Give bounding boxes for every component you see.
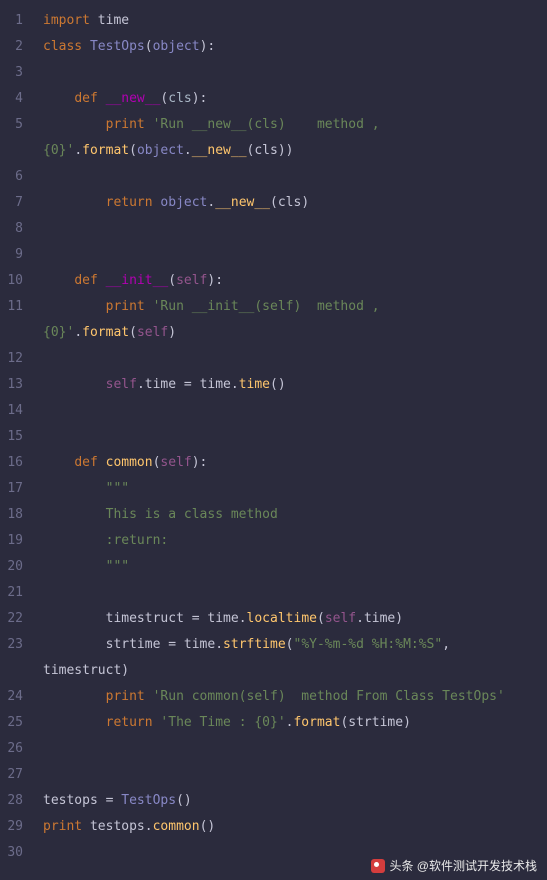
line-number: 4 [0,86,27,112]
line-number: 15 [0,424,27,450]
code-area[interactable]: import timeclass TestOps(object): def __… [35,0,547,880]
line-number: 26 [0,736,27,762]
line-number: 1 [0,8,27,34]
line-number: 2 [0,34,27,60]
toutiao-icon [371,859,385,873]
line-number: 27 [0,762,27,788]
code-line[interactable] [43,398,547,424]
line-number: 30 [0,840,27,866]
line-number: 22 [0,606,27,632]
code-line[interactable]: """ [43,554,547,580]
line-number: 18 [0,502,27,528]
line-number: 10 [0,268,27,294]
code-line[interactable]: testops = TestOps() [43,788,547,814]
watermark-text: 头条 @软件测试开发技术栈 [389,857,537,874]
line-number-gutter: 1234567891011121314151617181920212223242… [0,0,35,880]
code-line[interactable]: :return: [43,528,547,554]
code-line[interactable] [43,346,547,372]
line-number: 19 [0,528,27,554]
code-line[interactable]: return object.__new__(cls) [43,190,547,216]
line-number [0,658,27,684]
line-number: 17 [0,476,27,502]
line-number: 13 [0,372,27,398]
code-line[interactable]: timestruct) [43,658,547,684]
line-number: 16 [0,450,27,476]
line-number: 11 [0,294,27,320]
code-line[interactable] [43,242,547,268]
code-line[interactable]: {0}'.format(self) [43,320,547,346]
code-line[interactable] [43,216,547,242]
line-number [0,320,27,346]
line-number: 8 [0,216,27,242]
code-line[interactable]: This is a class method [43,502,547,528]
line-number: 29 [0,814,27,840]
code-line[interactable]: def __new__(cls): [43,86,547,112]
code-line[interactable]: def common(self): [43,450,547,476]
code-line[interactable] [43,60,547,86]
code-line[interactable]: print 'Run __init__(self) method , [43,294,547,320]
line-number: 6 [0,164,27,190]
line-number: 25 [0,710,27,736]
code-line[interactable]: timestruct = time.localtime(self.time) [43,606,547,632]
code-line[interactable]: def __init__(self): [43,268,547,294]
line-number: 7 [0,190,27,216]
code-line[interactable] [43,164,547,190]
code-line[interactable]: """ [43,476,547,502]
code-line[interactable]: strtime = time.strftime("%Y-%m-%d %H:%M:… [43,632,547,658]
line-number: 28 [0,788,27,814]
code-line[interactable] [43,762,547,788]
code-line[interactable]: print 'Run common(self) method From Clas… [43,684,547,710]
watermark: 头条 @软件测试开发技术栈 [371,857,537,874]
line-number: 3 [0,60,27,86]
line-number [0,138,27,164]
code-line[interactable]: import time [43,8,547,34]
line-number: 24 [0,684,27,710]
code-line[interactable]: self.time = time.time() [43,372,547,398]
code-line[interactable] [43,736,547,762]
line-number: 21 [0,580,27,606]
line-number: 20 [0,554,27,580]
line-number: 12 [0,346,27,372]
code-line[interactable]: print 'Run __new__(cls) method , [43,112,547,138]
code-line[interactable] [43,580,547,606]
code-line[interactable]: print testops.common() [43,814,547,840]
line-number: 5 [0,112,27,138]
line-number: 9 [0,242,27,268]
line-number: 14 [0,398,27,424]
code-line[interactable]: class TestOps(object): [43,34,547,60]
code-line[interactable] [43,424,547,450]
line-number: 23 [0,632,27,658]
code-editor[interactable]: 1234567891011121314151617181920212223242… [0,0,547,880]
code-line[interactable]: {0}'.format(object.__new__(cls)) [43,138,547,164]
code-line[interactable]: return 'The Time : {0}'.format(strtime) [43,710,547,736]
